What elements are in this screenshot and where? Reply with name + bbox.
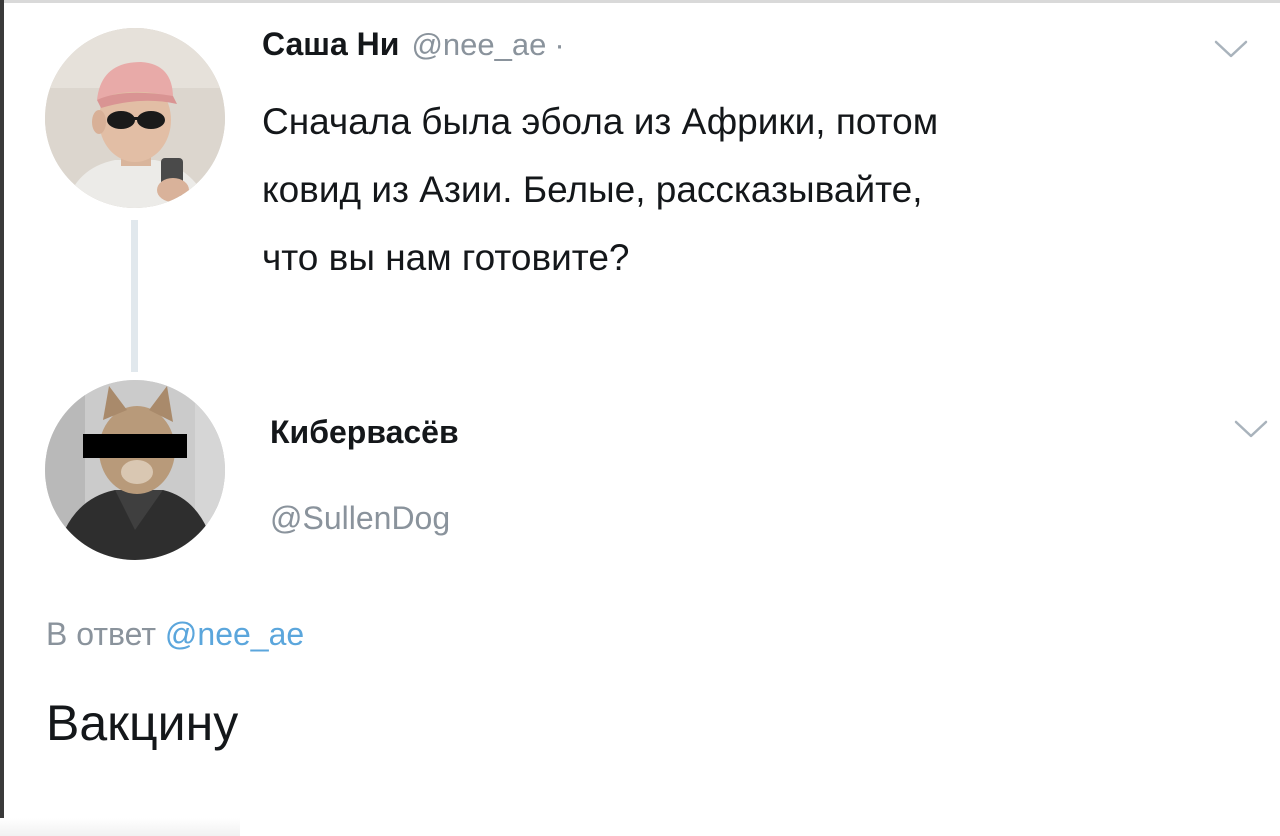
reply-prefix: В ответ bbox=[46, 616, 157, 652]
tweet1-author-name[interactable]: Саша Ни bbox=[262, 26, 399, 63]
chevron-down-icon[interactable] bbox=[1233, 418, 1269, 440]
chevron-down-icon[interactable] bbox=[1213, 38, 1249, 60]
reply-context: В ответ @nee_ae bbox=[46, 616, 304, 653]
screenshot-top-edge bbox=[0, 0, 1280, 3]
tweet1-text: Сначала была эбола из Африки, потом кови… bbox=[262, 101, 939, 278]
bottom-edge-shade bbox=[0, 818, 240, 836]
person-photo-icon bbox=[45, 28, 225, 208]
tweet1-header: Саша Ни @nee_ae · bbox=[262, 26, 565, 66]
avatar-tweet2-author[interactable] bbox=[45, 380, 225, 560]
avatar-tweet1-author[interactable] bbox=[45, 28, 225, 208]
tweet2-author-handle[interactable]: @SullenDog bbox=[270, 500, 450, 537]
tweet1-author-handle[interactable]: @nee_ae bbox=[411, 27, 546, 63]
reply-handle-link[interactable]: @nee_ae bbox=[165, 616, 304, 652]
tweet2-text: Вакцину bbox=[46, 695, 239, 751]
tweet1-separator: · bbox=[554, 27, 565, 62]
screenshot-left-edge bbox=[0, 0, 4, 836]
tweet2-author-name[interactable]: Кибервасёв bbox=[270, 414, 459, 451]
cat-person-photo-icon bbox=[45, 380, 225, 560]
thread-connector-line bbox=[131, 220, 138, 372]
